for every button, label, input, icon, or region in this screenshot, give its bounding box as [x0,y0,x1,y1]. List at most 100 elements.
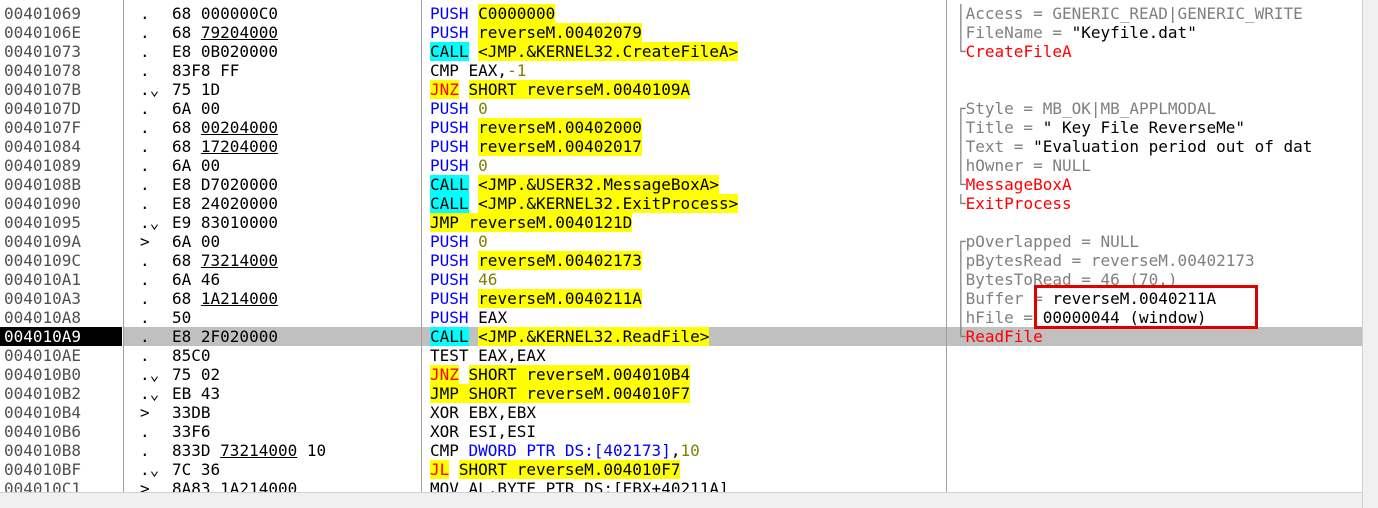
disassembly-cell: CMP DWORD PTR DS:[402173],10 [430,441,910,460]
hex-bytes-cell-segment: 68 [172,251,201,270]
comment-cell-segment: CreateFileA [965,42,1072,61]
hex-bytes-cell: 68 73214000 [172,251,412,270]
hex-bytes-cell: 33DB [172,403,412,422]
hex-bytes-cell-segment: 33F6 [172,422,211,441]
row-body: . 68 000000C0 PUSH C0000000 │Access = GENER… [124,4,1362,23]
jump-marker: .⌄ [140,80,160,99]
instruction-row[interactable]: 00401089. 6A 00 PUSH 0 │hOwner = NULL [0,156,1362,175]
hex-bytes-cell-segment: 6A 00 [172,232,221,251]
disassembly-cell: PUSH EAX [430,308,910,327]
disassembly-cell-segment: reverseM.00402000 [478,118,642,137]
hex-bytes-cell: 68 00204000 [172,118,412,137]
hex-bytes-cell-segment: 68 [172,23,201,42]
comment-cell [956,61,1362,80]
disassembly-cell-segment: JNZ [430,365,459,384]
instruction-row[interactable]: 00401073. E8 0B020000 CALL <JMP.&KERNEL32.… [0,42,1362,61]
disassembly-cell-segment: PUSH [430,308,479,327]
hex-bytes-cell-segment: E9 83010000 [172,213,278,232]
instruction-row[interactable]: 004010B2 .⌄ EB 43 JMP SHORT reverseM.004010… [0,384,1362,403]
hex-bytes-cell-segment: E8 24020000 [172,194,278,213]
instruction-row[interactable]: 004010B0 .⌄ 75 02 JNZ SHORT reverseM.004010… [0,365,1362,384]
comment-cell-segment: │pBytesRead = reverseM.00402173 [956,251,1255,270]
instruction-row[interactable]: 00401090. E8 24020000 CALL <JMP.&KERNEL32.… [0,194,1362,213]
comment-cell: │hFile = 00000044 (window) [956,308,1362,327]
address-cell: 00401089 [4,156,82,175]
column-divider [123,0,124,492]
comment-cell-segment: └ [956,175,966,194]
instruction-row[interactable]: 0040109A >6A 00 PUSH 0 ┌pOverlapped = NULL [0,232,1362,251]
hex-bytes-cell-segment: 68 [172,118,201,137]
instruction-row[interactable]: 004010BF .⌄ 7C 36 JL SHORT reverseM.004010F… [0,460,1362,479]
address-cell: 0040106E [4,23,82,42]
disassembly-cell-segment: -1 [507,61,527,80]
address-cell: 004010B0 [4,365,82,384]
hex-bytes-cell: 68 000000C0 [172,4,412,23]
hex-bytes-cell: E8 0B020000 [172,42,412,61]
jump-marker: . [140,61,150,80]
instruction-row[interactable]: 004010A1. 6A 46 PUSH 46 │BytesToRead = 46 (… [0,270,1362,289]
jump-marker: . [140,4,150,23]
address-cell: 00401084 [4,137,82,156]
comment-cell [956,346,1362,365]
disassembly-cell: PUSH 46 [430,270,910,289]
hex-bytes-cell: 6A 46 [172,270,412,289]
comment-cell-segment: └ [956,42,966,61]
instruction-row[interactable]: 00401078. 83F8 FF CMP EAX,-1 [0,61,1362,80]
column-divider [421,0,422,492]
comment-cell: └ReadFile [956,327,1362,346]
hex-bytes-cell-segment: 00204000 [200,118,278,137]
horizontal-scrollbar[interactable] [0,492,1362,508]
jump-marker: . [140,118,150,137]
hex-bytes-cell: 833D 73214000 10 [172,441,412,460]
disassembly-cell: TEST EAX,EAX [430,346,910,365]
disassembly-cell-segment: 0 [478,156,488,175]
comment-cell: │hOwner = NULL [956,156,1362,175]
instruction-row[interactable]: 00401084. 68 17204000 PUSH reverseM.004020… [0,137,1362,156]
instruction-row[interactable]: 00401095 .⌄ E9 83010000 JMP reverseM.004012… [0,213,1362,232]
vertical-scrollbar[interactable] [1362,0,1378,508]
comment-cell-segment: └ [956,194,966,213]
jump-marker: .⌄ [140,213,160,232]
row-body: .⌄ EB 43 JMP SHORT reverseM.004010F7 [124,384,1362,403]
instruction-row[interactable]: 0040107F. 68 00204000 PUSH reverseM.004020… [0,118,1362,137]
instruction-row[interactable]: 0040107B .⌄ 75 1D JNZ SHORT reverseM.004010… [0,80,1362,99]
row-body: . 68 79204000 PUSH reverseM.00402079 │FileN… [124,23,1362,42]
instruction-row[interactable]: 0040108B. E8 D7020000 CALL <JMP.&USER32.Me… [0,175,1362,194]
address-cell: 00401090 [4,194,82,213]
disassembly-cell-segment: TEST EAX,EAX [430,346,546,365]
instruction-row[interactable]: 004010B4 >33DB XOR EBX,EBX [0,403,1362,422]
hex-bytes-cell-segment: 6A 46 [172,270,221,289]
instruction-row[interactable]: 004010B6. 33F6 XOR ESI,ESI [0,422,1362,441]
instruction-row[interactable]: 00401069. 68 000000C0 PUSH C0000000 │Access… [0,4,1362,23]
hex-bytes-cell-segment: 17204000 [200,137,278,156]
disassembly-cell-segment: 10 [680,441,700,460]
jump-marker: .⌄ [140,460,160,479]
hex-bytes-cell-segment: E8 D7020000 [172,175,278,194]
address-cell: 004010A3 [4,289,82,308]
disassembly-cell-segment: SHORT reverseM.004010F7 [458,460,681,479]
instruction-row[interactable]: 004010A3. 68 1A214000 PUSH reverseM.004021… [0,289,1362,308]
instruction-row[interactable]: 0040106E . 68 79204000 PUSH reverseM.004020… [0,23,1362,42]
instruction-row[interactable]: 0040109C. 68 73214000 PUSH reverseM.004021… [0,251,1362,270]
address-cell: 004010B8 [4,441,82,460]
address-cell: 0040107F [4,118,82,137]
disassembly-cell: JMP reverseM.0040121D [430,213,910,232]
address-cell: 0040107D [4,99,82,118]
selected-instruction-row[interactable]: 004010A9. E8 2F020000 CALL <JMP.&KERNEL32.… [0,327,1362,346]
hex-bytes-cell-segment: 833D [172,441,221,460]
row-body: . 68 00204000 PUSH reverseM.00402000 │Title… [124,118,1362,137]
comment-cell: └CreateFileA [956,42,1362,61]
jump-marker: .⌄ [140,365,160,384]
disassembler-window: 00401069. 68 000000C0 PUSH C0000000 │Access… [0,0,1378,508]
comment-cell-segment: │FileName = [956,23,1072,42]
hex-bytes-cell: 75 1D [172,80,412,99]
instruction-row[interactable]: 004010AE. 85C0 TEST EAX,EAX [0,346,1362,365]
instruction-row[interactable]: 0040107D . 6A 00 PUSH 0 ┌Style = MB_OK|MB_AP… [0,99,1362,118]
disassembly-cell-segment: reverseM.0040211A [478,289,642,308]
disassembly-cell: PUSH C0000000 [430,4,910,23]
comment-cell [956,384,1362,403]
row-body: . 6A 00 PUSH 0 ┌Style = MB_OK|MB_APPLMODAL [124,99,1362,118]
address-cell: 004010B6 [4,422,82,441]
instruction-row[interactable]: 004010B8. 833D 73214000 10 CMP DWORD PTR D… [0,441,1362,460]
instruction-row[interactable]: 004010A8. 50 PUSH EAX │hFile = 00000044 (wi… [0,308,1362,327]
